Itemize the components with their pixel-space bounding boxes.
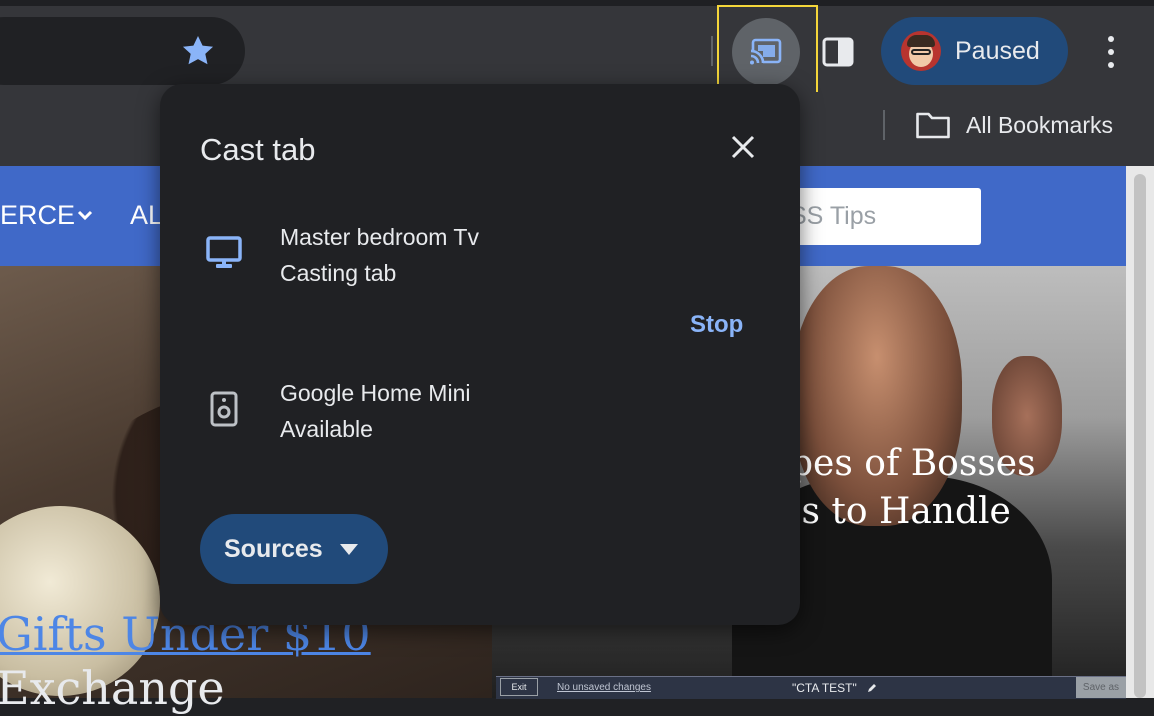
scrollbar-thumb[interactable] <box>1134 174 1146 698</box>
sink-status-available: Available <box>280 416 373 442</box>
folder-icon[interactable] <box>915 110 951 140</box>
chevron-down-icon[interactable] <box>76 206 94 224</box>
article-headline-left-line2[interactable]: Exchange <box>0 660 225 716</box>
sources-label: Sources <box>224 534 323 563</box>
pencil-icon[interactable] <box>866 682 878 694</box>
sources-button[interactable]: Sources <box>200 514 388 584</box>
editor-title: "CTA TEST" <box>792 681 857 695</box>
profile-status-label: Paused <box>955 36 1040 65</box>
cast-dialog: Cast tab Master bedroom Tv Casting tab S… <box>160 84 800 625</box>
dialog-title: Cast tab <box>200 132 316 167</box>
nav-item-all[interactable]: AL <box>130 200 163 231</box>
sink-status-casting: Casting tab <box>280 260 397 286</box>
all-bookmarks-link[interactable]: All Bookmarks <box>966 110 1113 140</box>
article-headline-right[interactable]: pes of Bosses s to Handle <box>790 440 1036 536</box>
cast-icon <box>749 38 782 65</box>
nav-item-commerce[interactable]: ERCE <box>0 200 75 231</box>
bookmarks-divider <box>883 110 885 140</box>
toolbar-divider <box>711 36 713 66</box>
editor-save-button[interactable]: Save as <box>1076 677 1126 698</box>
avatar <box>901 31 941 71</box>
close-icon[interactable] <box>728 132 758 162</box>
side-panel-icon[interactable] <box>820 34 856 70</box>
bookmark-star-icon[interactable] <box>179 32 217 70</box>
caret-down-icon <box>339 544 358 555</box>
browser-menu-icon[interactable] <box>1099 34 1125 70</box>
tv-icon <box>206 236 242 268</box>
editor-unsaved-status: No unsaved changes <box>557 682 651 693</box>
stop-casting-button[interactable]: Stop <box>690 310 743 340</box>
sink-name-master-bedroom[interactable]: Master bedroom Tv <box>280 222 479 252</box>
sink-name-google-home-mini[interactable]: Google Home Mini <box>280 378 470 408</box>
editor-exit-button[interactable]: Exit <box>500 678 538 696</box>
tab-strip-edge <box>0 0 1154 6</box>
speaker-icon <box>210 391 238 427</box>
profile-button[interactable]: Paused <box>881 17 1068 85</box>
cast-button[interactable] <box>732 18 800 86</box>
